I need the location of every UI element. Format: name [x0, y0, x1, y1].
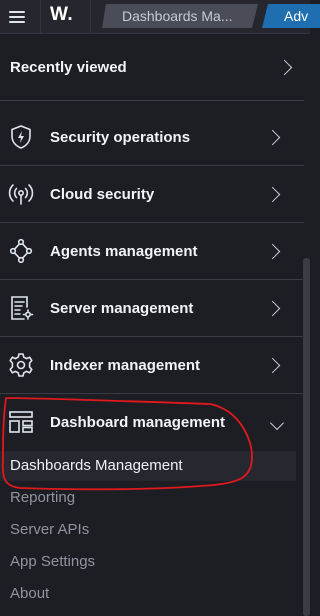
nav-item-label: Indexer management — [50, 356, 201, 374]
subnav-item-app-settings[interactable]: App Settings — [0, 547, 296, 577]
divider — [90, 0, 91, 34]
chevron-right-icon — [264, 129, 281, 145]
nav-item-agents-management[interactable]: Agents management — [0, 223, 304, 280]
chevron-right-icon — [264, 300, 281, 316]
nav-item-label: Security operations — [50, 128, 191, 146]
nav-item-label: Agents management — [50, 242, 198, 260]
nav-item-label: Cloud security — [50, 185, 155, 203]
subnav-item-reporting[interactable]: Reporting — [0, 483, 296, 513]
nav-item-server-management[interactable]: Server management — [0, 280, 304, 337]
subnav-item-dashboards-management[interactable]: Dashboards Management — [0, 451, 296, 481]
scrollbar-thumb[interactable] — [303, 258, 310, 616]
recently-viewed-label: Recently viewed — [10, 59, 127, 76]
chevron-right-icon — [264, 186, 281, 202]
subnav-item-about[interactable]: About — [0, 579, 296, 609]
nav-item-indexer-management[interactable]: Indexer management — [0, 337, 304, 394]
agents-network-icon — [8, 238, 34, 264]
chevron-right-icon — [276, 59, 293, 76]
breadcrumb-app-button[interactable]: Adv — [262, 4, 320, 28]
recently-viewed-section[interactable]: Recently viewed — [0, 35, 304, 101]
breadcrumb-dashboards[interactable]: Dashboards Ma... — [102, 4, 258, 28]
nav-item-label: Server management — [50, 299, 194, 317]
nav-item-cloud-security[interactable]: Cloud security — [0, 166, 304, 223]
hamburger-icon — [9, 11, 25, 23]
server-document-gear-icon — [8, 295, 34, 321]
nav-item-security-operations[interactable]: Security operations — [0, 109, 304, 166]
shield-icon — [8, 124, 34, 150]
nav-item-label: Dashboard management — [50, 414, 226, 431]
nav-item-dashboard-management[interactable]: Dashboard management — [0, 394, 304, 451]
chevron-right-icon — [264, 243, 281, 259]
dashboard-layout-icon — [8, 409, 34, 435]
chevron-down-icon — [269, 415, 285, 430]
chevron-right-icon — [264, 357, 281, 373]
top-bar: W. Dashboards Ma... Adv — [0, 0, 320, 34]
menu-toggle-button[interactable] — [0, 0, 34, 34]
subnav-item-server-apis[interactable]: Server APIs — [0, 515, 296, 545]
gear-icon — [8, 352, 34, 378]
broadcast-icon — [8, 181, 34, 207]
divider — [40, 0, 41, 34]
app-logo[interactable]: W. — [50, 4, 73, 26]
